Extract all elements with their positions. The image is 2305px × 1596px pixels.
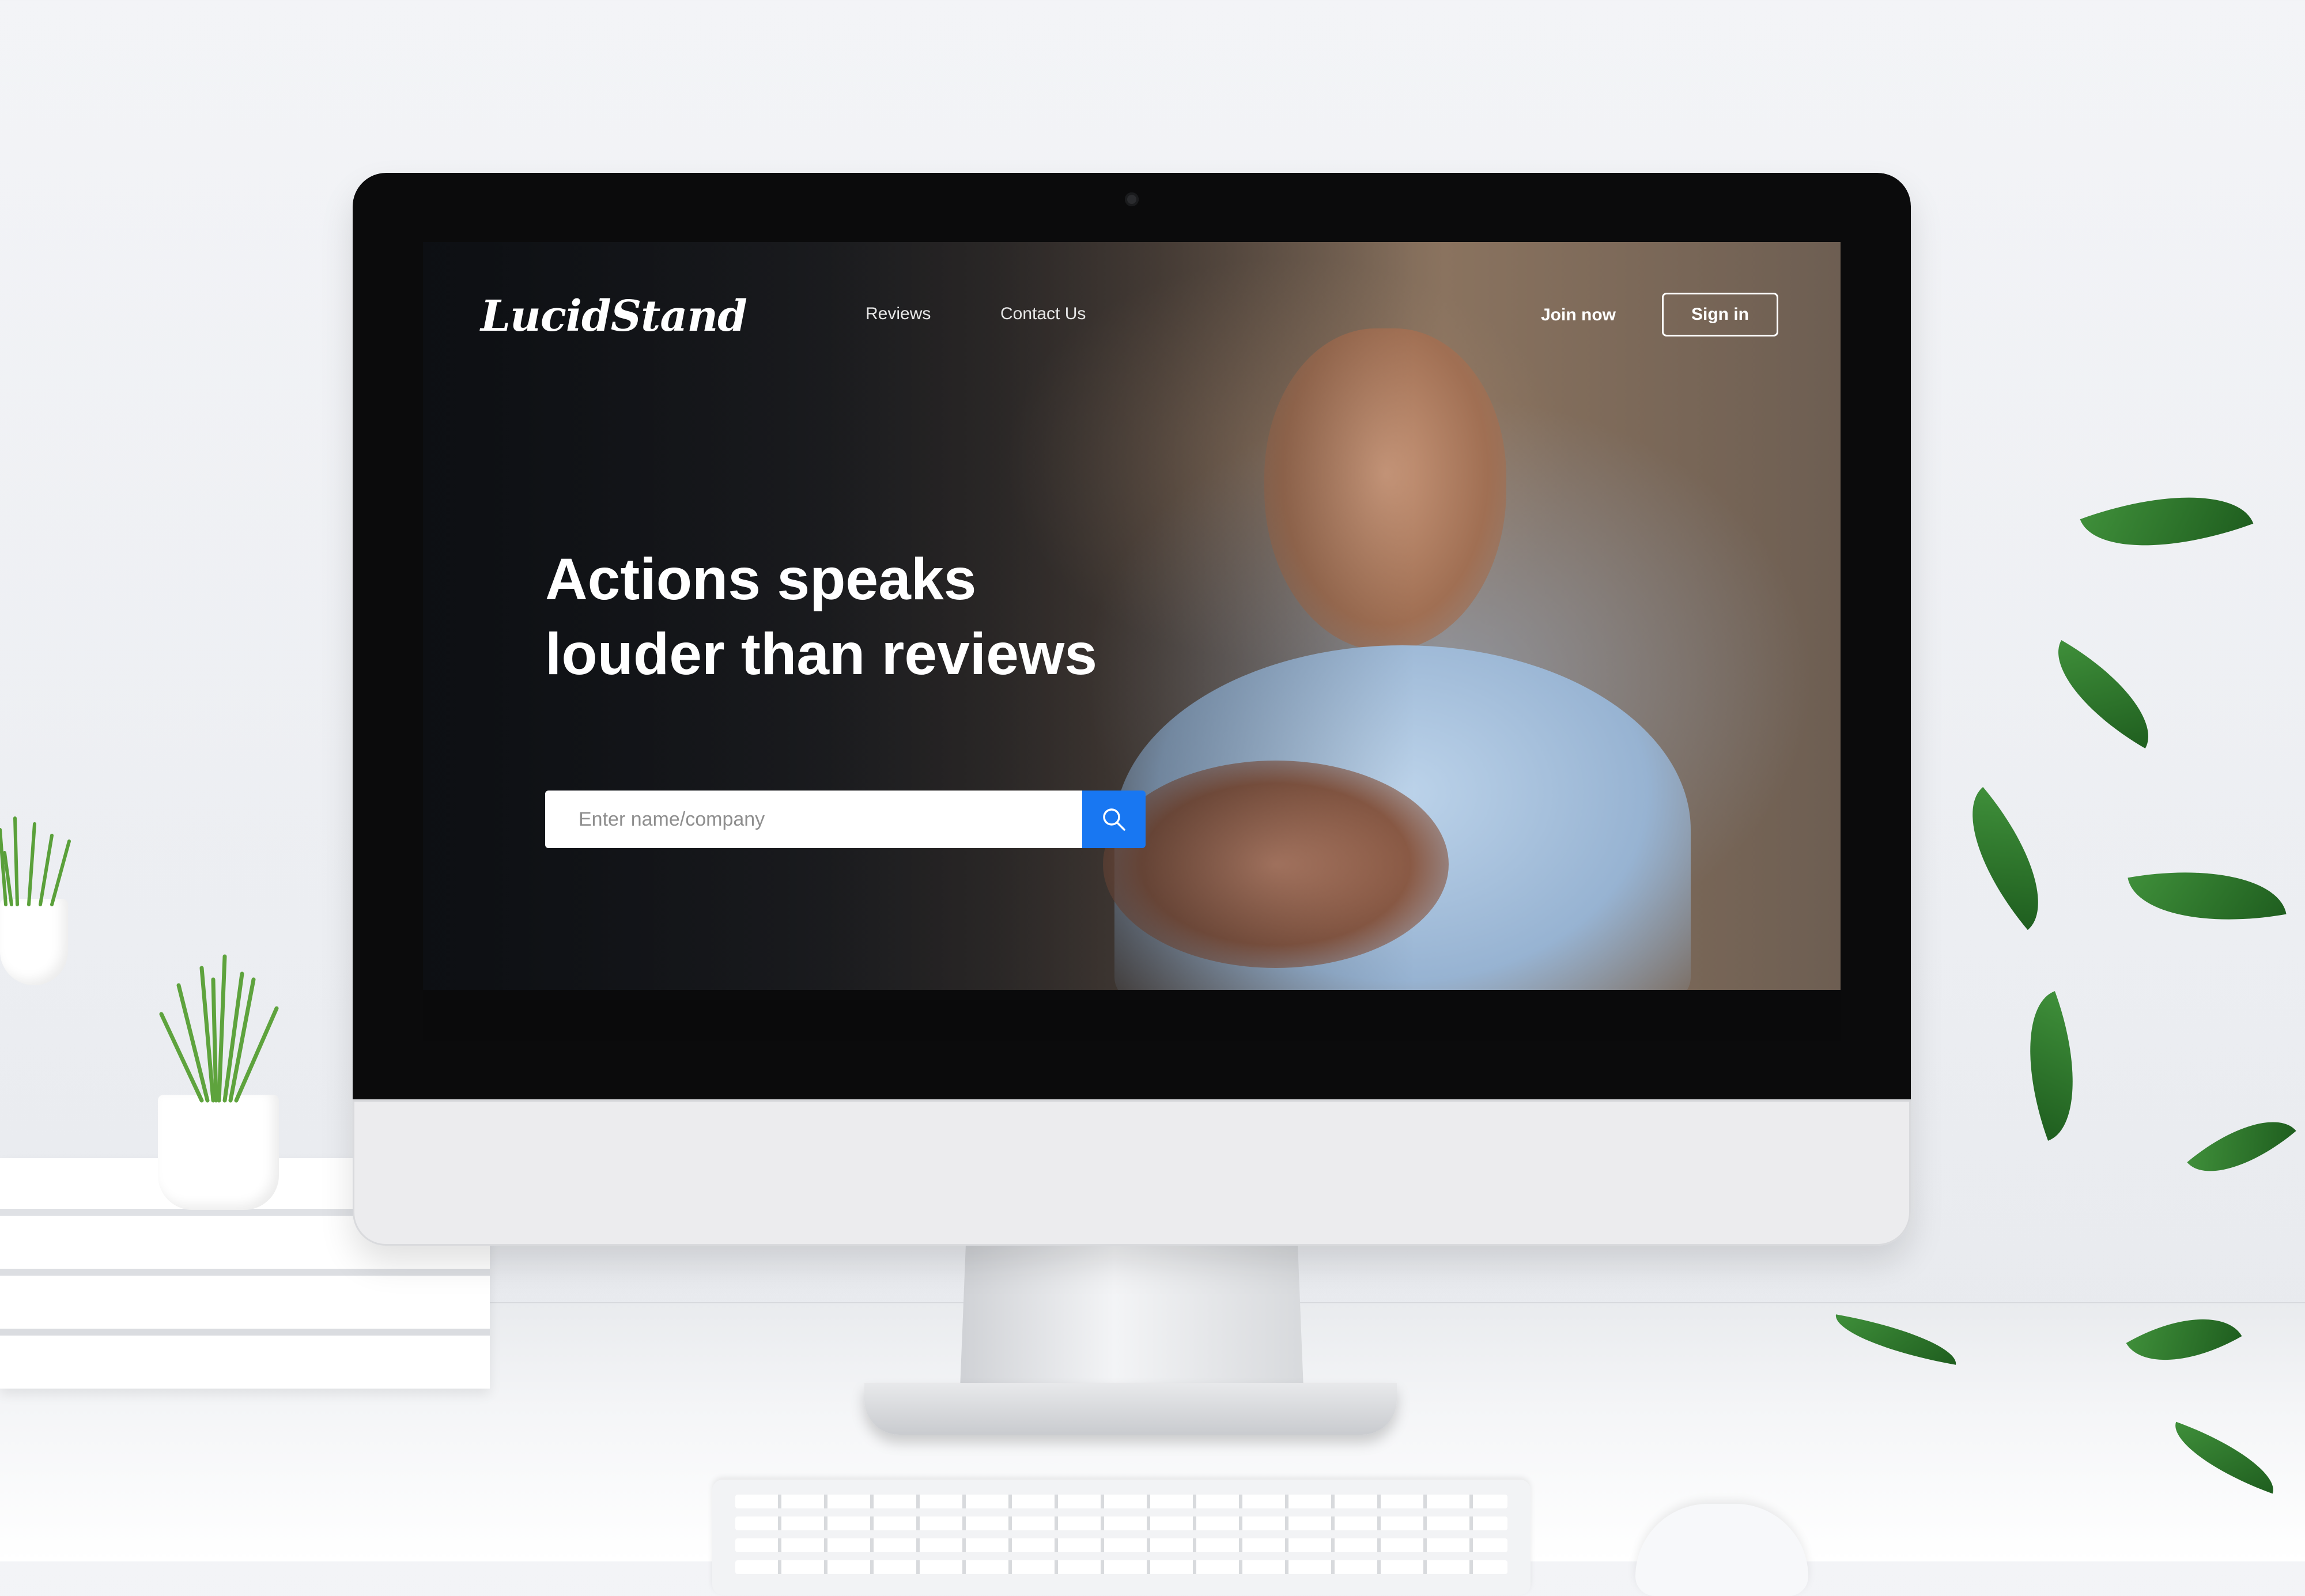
search-input[interactable] (545, 791, 1082, 848)
hero-headline-line2: louder than reviews (545, 621, 1097, 687)
site-logo[interactable]: LucidStand (481, 292, 747, 341)
plant-leaf (2080, 464, 2254, 579)
center-grass (159, 954, 279, 1103)
monitor: LucidStand Reviews Contact Us Join now S… (353, 173, 1911, 1246)
website-screen: LucidStand Reviews Contact Us Join now S… (423, 242, 1841, 1041)
center-plant-pot (158, 1095, 279, 1210)
keyboard-row (735, 1538, 1507, 1552)
sign-in-button[interactable]: Sign in (1662, 293, 1778, 336)
hero-content: LucidStand Reviews Contact Us Join now S… (423, 242, 1841, 1041)
left-grass (0, 816, 71, 906)
sign-in-label: Sign in (1691, 305, 1749, 324)
plant-leaf (2035, 640, 2171, 748)
plant-leaf (2128, 852, 2287, 940)
keyboard-row (735, 1560, 1507, 1574)
nav-link-reviews[interactable]: Reviews (866, 304, 931, 324)
hero-headline: Actions speaks louder than reviews (545, 542, 1179, 691)
hero-headline-line1: Actions speaks (545, 546, 977, 612)
keyboard-row (735, 1495, 1507, 1508)
monitor-stand-base (864, 1383, 1397, 1435)
camera-icon (1125, 192, 1139, 206)
search-button[interactable] (1082, 791, 1146, 848)
search-bar (545, 791, 1146, 848)
keyboard (712, 1480, 1531, 1595)
nav-link-contact-us[interactable]: Contact Us (1000, 304, 1086, 324)
search-icon (1103, 808, 1125, 831)
screen-bottom-bar (423, 990, 1841, 1041)
join-now-link[interactable]: Join now (1541, 305, 1616, 325)
plant-leaf (2000, 991, 2103, 1141)
left-plant-pot (0, 899, 68, 985)
keyboard-row (735, 1516, 1507, 1530)
plant-leaf (2187, 1095, 2296, 1198)
monitor-chin-divider (353, 1099, 1911, 1102)
plant-leaf (1939, 786, 2072, 931)
